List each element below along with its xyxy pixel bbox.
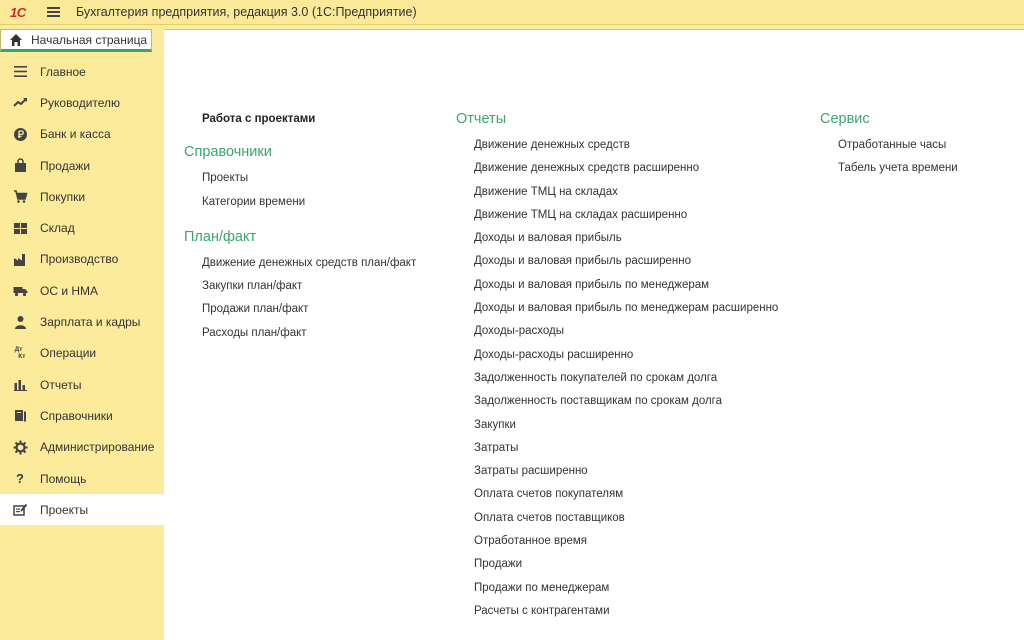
report-link[interactable]: Движение денежных средств расширенно [456,157,778,180]
sidebar-item-label: Банк и касса [40,127,111,142]
sidebar-item-8[interactable]: Зарплата и кадры [0,306,164,337]
bar-chart-icon [12,377,28,393]
sidebar-item-label: Справочники [40,408,113,423]
section-heading: План/факт [184,228,257,245]
sidebar-item-label: Проекты [40,502,89,517]
report-link[interactable]: Оплата счетов поставщиков [456,507,778,530]
column-service: Сервис Отработанные часы Табель учета врем… [820,104,958,181]
report-link[interactable]: Отработанное время [456,530,778,553]
sidebar-item-10[interactable]: Отчеты [0,369,164,400]
sidebar: Главное Руководителю Банк и касса Продажи По… [0,56,165,640]
ruble-coin-icon [12,126,28,142]
report-link[interactable]: Затраты [456,437,778,460]
sidebar-item-label: Отчеты [40,377,82,392]
question-icon: ? [16,471,24,486]
1c-logo: 1С [10,4,26,20]
person-icon [12,314,28,330]
sidebar-item-5[interactable]: Склад [0,212,164,243]
column-projects: Работа с проектами Справочники Проекты Кате… [184,108,416,345]
sidebar-item-4[interactable]: Покупки [0,181,164,212]
sidebar-item-label: Помощь [40,471,87,486]
warehouse-grid-icon [12,220,28,236]
sidebar-item-9[interactable]: Дт Кт Операции [0,338,164,369]
report-link[interactable]: Закупки план/факт [184,275,416,298]
report-link[interactable]: Доходы-расходы [456,320,778,343]
books-icon [12,408,28,424]
projects-icon [12,502,28,518]
shopping-bag-icon [12,158,28,174]
report-link[interactable]: Затраты расширенно [456,460,778,483]
section-heading: Справочники [184,144,272,161]
truck-icon [12,283,28,299]
sidebar-item-14[interactable]: Проекты [0,494,164,526]
sidebar-item-label: Продажи [40,158,91,173]
report-link[interactable]: Доходы и валовая прибыль [456,227,778,250]
report-link[interactable]: Задолженность поставщикам по срокам долг… [456,390,778,413]
sidebar-item-label: Операции [40,346,97,361]
tab-home[interactable]: Начальная страница [0,29,152,52]
sidebar-item-13[interactable]: ? Помощь [0,463,164,494]
sidebar-item-label: Производство [40,252,119,267]
home-icon [10,33,22,46]
dt-kt-icon: Дт Кт [14,346,26,361]
factory-icon [12,251,28,267]
column-reports: Отчеты Движение денежных средств Движение … [456,104,778,623]
main-panel: Работа с проектами Справочники Проекты Кате… [164,29,1024,640]
main-menu-icon[interactable] [46,5,62,19]
sidebar-item-12[interactable]: Администрирование [0,432,164,463]
sidebar-item-label: Зарплата и кадры [40,315,141,330]
report-link[interactable]: Продажи план/факт [184,298,416,321]
report-link[interactable]: Продажи [456,553,778,576]
gear-icon [12,439,28,455]
report-link[interactable]: Расчеты с контрагентами [456,600,778,623]
sidebar-item-6[interactable]: Производство [0,244,164,275]
report-link[interactable]: Движение ТМЦ на складах расширенно [456,204,778,227]
sidebar-item-0[interactable]: Главное [0,56,164,87]
report-link[interactable]: Движение денежных средств план/факт [184,252,416,275]
report-link[interactable]: Задолженность покупателей по срокам долг… [456,367,778,390]
sidebar-item-2[interactable]: Банк и касса [0,119,164,150]
sidebar-item-label: Главное [40,64,86,79]
service-link[interactable]: Отработанные часы [820,134,958,157]
report-link[interactable]: Движение денежных средств [456,134,778,157]
report-link[interactable]: Доходы и валовая прибыль по менеджерам р… [456,297,778,320]
service-link[interactable]: Табель учета времени [820,157,958,180]
report-link[interactable]: Расходы план/факт [184,322,416,345]
sidebar-item-label: Покупки [40,189,86,204]
section-heading-reports: Отчеты [456,111,507,127]
sidebar-item-label: Администрирование [40,440,155,455]
link-projects-work[interactable]: Работа с проектами [184,108,416,131]
report-link[interactable]: Доходы и валовая прибыль по менеджерам [456,274,778,297]
sidebar-item-3[interactable]: Продажи [0,150,164,181]
report-link[interactable]: Доходы-расходы расширенно [456,344,778,367]
sidebar-item-7[interactable]: ОС и НМА [0,275,164,306]
sidebar-item-1[interactable]: Руководителю [0,87,164,118]
sidebar-item-label: Руководителю [40,95,121,110]
window-title: Бухгалтерия предприятия, редакция 3.0 (1… [76,5,417,19]
tab-home-label: Начальная страница [31,32,148,47]
report-link[interactable]: Движение ТМЦ на складах [456,181,778,204]
title-bar: 1С Бухгалтерия предприятия, редакция 3.0… [0,0,1024,25]
sidebar-item-label: Склад [40,221,75,236]
menu-lines-icon [12,64,28,80]
report-link[interactable]: Продажи по менеджерам [456,577,778,600]
section-heading-service: Сервис [820,111,870,127]
cart-icon [12,189,28,205]
sidebar-item-label: ОС и НМА [40,283,99,298]
trend-up-icon [12,95,28,111]
report-link[interactable]: Доходы и валовая прибыль расширенно [456,250,778,273]
sidebar-item-11[interactable]: Справочники [0,400,164,431]
report-link[interactable]: Проекты [184,167,416,190]
report-link[interactable]: Закупки [456,414,778,437]
report-link[interactable]: Категории времени [184,191,416,214]
report-link[interactable]: Оплата счетов покупателям [456,483,778,506]
